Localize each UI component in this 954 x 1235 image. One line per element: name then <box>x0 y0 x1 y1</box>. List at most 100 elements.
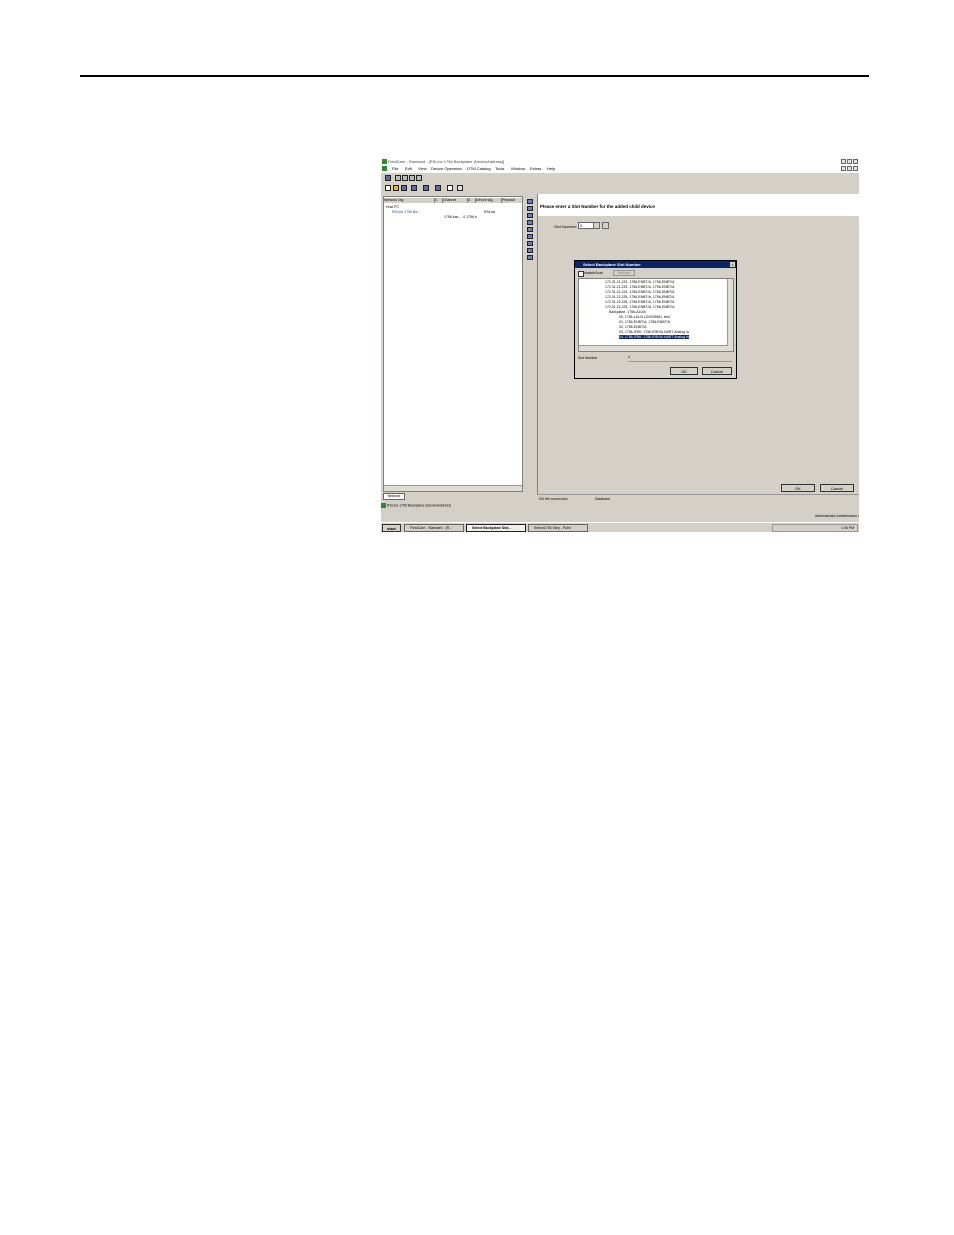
screenshot: FieldCare - Standard - [RSLinx 1756 Back… <box>381 158 859 532</box>
menu-extras[interactable]: Extras <box>530 166 541 171</box>
menu-view[interactable]: View <box>418 166 427 171</box>
list-item[interactable]: Backplane, 1756-A10/A <box>609 310 646 314</box>
status-bar: NO file connection Database <box>537 494 859 503</box>
title-bar: FieldCare - Standard - [RSLinx 1756 Back… <box>381 158 859 165</box>
user-status: Administrator Administrator / <box>815 514 859 518</box>
calculator-icon[interactable] <box>527 241 533 246</box>
copy-icon[interactable] <box>402 175 408 181</box>
tree-row-rslinx-device: RSLinx <box>484 210 496 214</box>
document-icon[interactable] <box>527 227 533 232</box>
tab-network[interactable]: Network <box>383 493 405 500</box>
maximize-icon[interactable] <box>847 159 852 164</box>
tree-row-host-pc[interactable]: Host PC <box>386 205 399 209</box>
dialog-close-icon[interactable]: × <box>730 262 735 267</box>
col-a[interactable]: A <box>468 198 476 203</box>
dialog-vertical-scrollbar[interactable] <box>727 279 733 351</box>
slot-number-label: Slot Number: <box>554 224 578 229</box>
scan-icon[interactable] <box>527 213 533 218</box>
menu-help[interactable]: Help <box>547 166 555 171</box>
dialog-title-bar: Select Backplane Slot Number × <box>575 261 736 268</box>
col-network-tag[interactable]: Network Tag <box>384 198 435 203</box>
list-item[interactable]: 172.31.21.226, 1756-ENBT/A, 1756-ENBT/A <box>605 300 674 304</box>
network-tree: Network Tag C Channel A Device tag Physi… <box>383 196 523 492</box>
chevron-down-icon[interactable] <box>593 223 599 228</box>
list-icon[interactable] <box>457 185 463 191</box>
toolbar-1 <box>381 174 859 182</box>
device-icon <box>381 503 386 508</box>
menu-dtm-catalog[interactable]: DTM Catalog <box>467 166 491 171</box>
menu-window[interactable]: Window <box>511 166 525 171</box>
menu-bar: File Edit View Device Operation DTM Cata… <box>381 165 859 173</box>
dialog-cancel-button[interactable]: Cancel <box>702 367 732 375</box>
print-icon[interactable] <box>411 185 417 191</box>
list-item[interactable]: 00, 1756-L61/A LOGIX5561, test <box>619 315 670 319</box>
menu-device-operation[interactable]: Device Operation <box>431 166 462 171</box>
menu-edit[interactable]: Edit <box>405 166 412 171</box>
list-item[interactable]: 03, 1756-IF8H, 1756-IF8H/A HART Analog I… <box>619 330 689 334</box>
delete-icon[interactable] <box>416 175 422 181</box>
paste-icon[interactable] <box>409 175 415 181</box>
doc-close-icon[interactable] <box>853 166 858 171</box>
toolbar-2 <box>381 184 859 192</box>
list-item[interactable]: 01, 1756-ENBT/A, 1756-ENBT/A <box>619 320 670 324</box>
list-item[interactable]: 172.31.21.223, 1756-ENBT/A, 1756-ENBT/A <box>605 285 674 289</box>
dialog-horizontal-scrollbar[interactable] <box>579 345 728 351</box>
dialog-ok-button[interactable]: OK <box>670 367 698 375</box>
tree-horizontal-scrollbar[interactable] <box>384 485 522 491</box>
add-device-icon[interactable] <box>527 206 533 211</box>
tree-row-backplane-values: 1756 bac ... 0 1756 b <box>444 215 477 219</box>
ok-button[interactable]: OK <box>781 484 815 492</box>
open-icon[interactable] <box>393 185 399 191</box>
task-paint[interactable]: Select1756 Step - Paint <box>528 524 588 532</box>
disable-scan-label: disableScan <box>584 271 604 275</box>
panel-header: Please enter a Slot Number for the added… <box>538 194 859 216</box>
list-item-selected[interactable]: 04, 1756-IF8H, 1756-IF8H/A HART Analog I… <box>619 335 689 339</box>
catalog-icon[interactable] <box>527 199 533 204</box>
slot-number-select[interactable]: 0 <box>578 222 600 229</box>
app-icon <box>382 159 387 164</box>
tree-row-rslinx[interactable]: RSLinx 1756 Ba... <box>392 210 420 214</box>
chart-icon[interactable] <box>527 234 533 239</box>
new-icon[interactable] <box>385 185 391 191</box>
doc-minimize-icon[interactable] <box>841 166 846 171</box>
list-item[interactable]: 172.31.21.222, 1756-ENBT/A, 1756-ENBT/A <box>605 280 674 284</box>
start-button[interactable]: start <box>382 524 401 532</box>
list-item[interactable]: 172.31.21.229, 1756-ENBT/A, 1756-ENBT/A <box>605 305 674 309</box>
select-slot-dialog: Select Backplane Slot Number × disableSc… <box>574 260 737 379</box>
font-icon[interactable] <box>527 255 533 260</box>
task-fieldcare[interactable]: FieldCare - Standard - [R... <box>404 524 464 532</box>
close-icon[interactable] <box>853 159 858 164</box>
clock: 1:06 PM <box>840 526 854 530</box>
doc-restore-icon[interactable] <box>847 166 852 171</box>
slot-number-value: 0 <box>580 223 583 228</box>
save-icon[interactable] <box>401 185 407 191</box>
col-c[interactable]: C <box>435 198 443 203</box>
list-item[interactable]: 172.31.21.225, 1756-ENBT/A, 1756-ENBT/A <box>605 295 674 299</box>
network-icon[interactable] <box>385 175 391 181</box>
col-channel[interactable]: Channel <box>443 198 468 203</box>
connection-status: NO file connection <box>539 497 568 501</box>
task-select-slot[interactable]: Select Backplane Slot... <box>466 524 526 532</box>
col-physical[interactable]: Physical <box>502 198 523 203</box>
list-item[interactable]: 172.31.21.224, 1756-ENBT/A, 1756-ENBT/A <box>605 290 674 294</box>
cut-icon[interactable] <box>395 175 401 181</box>
menu-tools[interactable]: Tools <box>495 166 504 171</box>
page-rule <box>80 75 869 77</box>
connect-icon[interactable] <box>423 185 429 191</box>
browse-slot-button[interactable] <box>602 222 609 229</box>
topology-icon[interactable] <box>527 220 533 225</box>
tag-icon[interactable] <box>527 248 533 253</box>
minimize-icon[interactable] <box>841 159 846 164</box>
menu-file[interactable]: File <box>392 166 398 171</box>
system-tray: 1:06 PM <box>772 524 858 532</box>
dialog-slot-label: Slot Number <box>578 356 598 360</box>
list-item[interactable]: 02, 1756-ENBT/A <box>619 325 646 329</box>
device-list[interactable]: 172.31.21.222, 1756-ENBT/A, 1756-ENBT/A … <box>578 278 734 352</box>
doc-icon <box>382 166 387 171</box>
dialog-title: Select Backplane Slot Number <box>583 262 641 267</box>
properties-icon[interactable] <box>447 185 453 191</box>
selection-status-text: RSLinx 1756 Backplane (DeviceAddress) <box>386 503 452 508</box>
cancel-button[interactable]: Cancel <box>820 484 854 492</box>
disconnect-icon[interactable] <box>435 185 441 191</box>
col-device-tag[interactable]: Device tag <box>476 198 502 203</box>
